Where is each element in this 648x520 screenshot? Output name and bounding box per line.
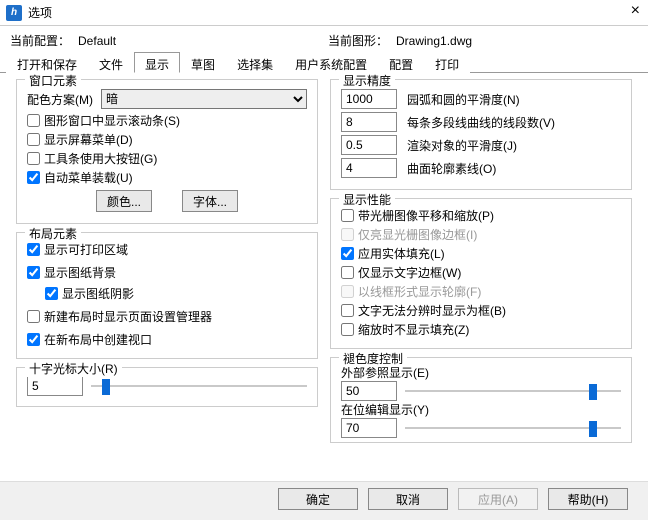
lbl-wireframe-silhouette: 以线框形式显示轮廓(F) — [358, 283, 481, 300]
segments-input[interactable] — [341, 112, 397, 132]
group-title-precision: 显示精度 — [339, 72, 395, 89]
render-smooth-label: 渲染对象的平滑度(J) — [407, 137, 517, 154]
color-button[interactable]: 颜色... — [96, 190, 152, 212]
lbl-pan-zoom-raster: 带光栅图像平移和缩放(P) — [358, 207, 494, 224]
group-title-performance: 显示性能 — [339, 191, 395, 208]
tab-selection[interactable]: 选择集 — [226, 52, 284, 73]
crosshair-slider[interactable] — [91, 377, 307, 395]
lbl-paper-shadow: 显示图纸阴影 — [62, 285, 134, 302]
chk-page-setup-mgr[interactable] — [27, 310, 40, 323]
inplace-fade-label: 在位编辑显示(Y) — [341, 401, 621, 418]
lbl-paper-bg: 显示图纸背景 — [44, 264, 116, 281]
window-title: 选项 — [28, 4, 52, 21]
contour-label: 曲面轮廓素线(O) — [407, 160, 496, 177]
help-button[interactable]: 帮助(H) — [548, 488, 628, 510]
chk-show-scrollbar[interactable] — [27, 114, 40, 127]
lbl-large-buttons: 工具条使用大按钮(G) — [44, 150, 157, 167]
lbl-show-scrollbar: 图形窗口中显示滚动条(S) — [44, 112, 180, 129]
tab-open-save[interactable]: 打开和保存 — [6, 52, 88, 73]
color-scheme-select[interactable]: 暗 — [101, 89, 307, 109]
contour-input[interactable] — [341, 158, 397, 178]
arc-smooth-label: 园弧和圆的平滑度(N) — [407, 91, 520, 108]
lbl-no-fill-zoom: 缩放时不显示填充(Z) — [358, 321, 469, 338]
color-scheme-label: 配色方案(M) — [27, 91, 93, 108]
group-title-layout: 布局元素 — [25, 225, 81, 242]
tab-print[interactable]: 打印 — [424, 52, 470, 73]
chk-paper-bg[interactable] — [27, 266, 40, 279]
chk-paper-shadow[interactable] — [45, 287, 58, 300]
chk-pan-zoom-raster[interactable] — [341, 209, 354, 222]
current-drawing-label: 当前图形： — [328, 32, 388, 49]
group-fade: 褪色度控制 外部参照显示(E) 在位编辑显示(Y) — [330, 357, 632, 443]
xref-fade-slider[interactable] — [405, 382, 621, 400]
close-icon[interactable]: × — [631, 2, 640, 20]
segments-label: 每条多段线曲线的线段数(V) — [407, 114, 555, 131]
app-icon: h — [6, 5, 22, 21]
font-button[interactable]: 字体... — [182, 190, 238, 212]
tab-file[interactable]: 文件 — [88, 52, 134, 73]
arc-smooth-input[interactable] — [341, 89, 397, 109]
chk-text-boundary[interactable] — [341, 266, 354, 279]
chk-create-viewport[interactable] — [27, 333, 40, 346]
group-performance: 显示性能 带光栅图像平移和缩放(P) 仅亮显光栅图像边框(I) 应用实体填充(L… — [330, 198, 632, 349]
group-precision: 显示精度 园弧和圆的平滑度(N) 每条多段线曲线的线段数(V) 渲染对象的平滑度… — [330, 79, 632, 190]
lbl-printable-area: 显示可打印区域 — [44, 241, 128, 258]
lbl-illegible-text: 文字无法分辨时显示为框(B) — [358, 302, 506, 319]
tab-sketch[interactable]: 草图 — [180, 52, 226, 73]
group-crosshair: 十字光标大小(R) — [16, 367, 318, 407]
lbl-create-viewport: 在新布局中创建视口 — [44, 331, 152, 348]
group-layout-elements: 布局元素 显示可打印区域 显示图纸背景 显示图纸阴影 新建布局时显示页面设置管理… — [16, 232, 318, 359]
lbl-highlight-raster-frame: 仅亮显光栅图像边框(I) — [358, 226, 477, 243]
chk-large-buttons[interactable] — [27, 152, 40, 165]
current-drawing-value: Drawing1.dwg — [396, 34, 516, 48]
group-window-elements: 窗口元素 配色方案(M) 暗 图形窗口中显示滚动条(S) 显示屏幕菜单(D) 工… — [16, 79, 318, 224]
chk-printable-area[interactable] — [27, 243, 40, 256]
chk-no-fill-zoom[interactable] — [341, 323, 354, 336]
lbl-solid-fill: 应用实体填充(L) — [358, 245, 445, 262]
group-title-crosshair: 十字光标大小(R) — [25, 360, 122, 377]
lbl-text-boundary: 仅显示文字边框(W) — [358, 264, 461, 281]
group-title-window: 窗口元素 — [25, 72, 81, 89]
tab-config[interactable]: 配置 — [378, 52, 424, 73]
render-smooth-input[interactable] — [341, 135, 397, 155]
inplace-fade-input[interactable] — [341, 418, 397, 438]
lbl-auto-menu-load: 自动菜单装载(U) — [44, 169, 133, 186]
crosshair-size-input[interactable] — [27, 376, 83, 396]
chk-screen-menu[interactable] — [27, 133, 40, 146]
lbl-screen-menu: 显示屏幕菜单(D) — [44, 131, 133, 148]
lbl-page-setup-mgr: 新建布局时显示页面设置管理器 — [44, 308, 212, 325]
tab-display[interactable]: 显示 — [134, 52, 180, 73]
chk-highlight-raster-frame — [341, 228, 354, 241]
chk-illegible-text[interactable] — [341, 304, 354, 317]
current-config-value: Default — [78, 34, 198, 48]
tab-user-sys[interactable]: 用户系统配置 — [284, 52, 378, 73]
current-config-label: 当前配置： — [10, 32, 70, 49]
chk-wireframe-silhouette — [341, 285, 354, 298]
chk-solid-fill[interactable] — [341, 247, 354, 260]
group-title-fade: 褪色度控制 — [339, 350, 407, 367]
ok-button[interactable]: 确定 — [278, 488, 358, 510]
inplace-fade-slider[interactable] — [405, 419, 621, 437]
xref-fade-input[interactable] — [341, 381, 397, 401]
chk-auto-menu-load[interactable] — [27, 171, 40, 184]
cancel-button[interactable]: 取消 — [368, 488, 448, 510]
apply-button[interactable]: 应用(A) — [458, 488, 538, 510]
